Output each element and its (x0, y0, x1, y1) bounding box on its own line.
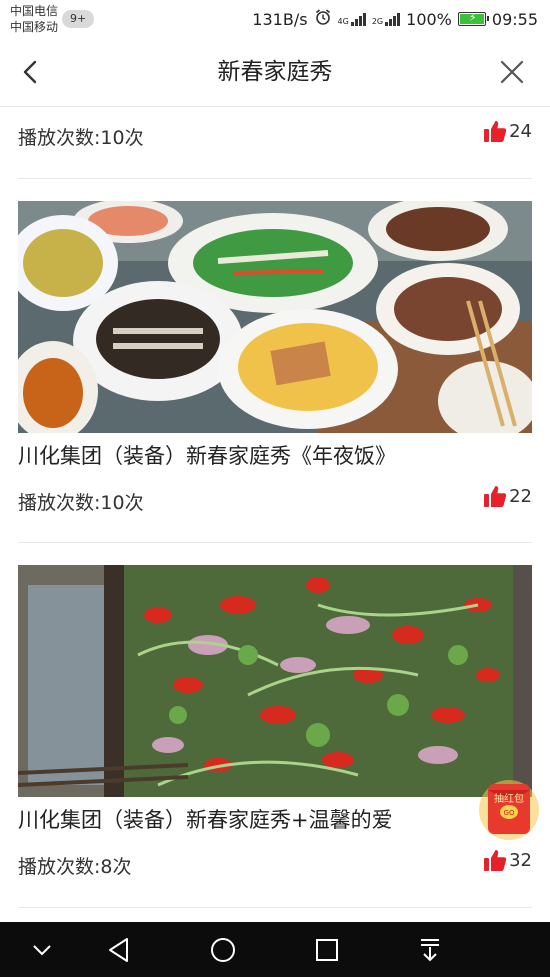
status-bar: 中国电信 中国移动 9+ 131B/s 4G 2G 100% ⚡ 09:55 (0, 0, 550, 38)
system-nav-bar (0, 922, 550, 977)
play-count: 播放次数:10次 (18, 492, 144, 514)
like-count: 24 (509, 121, 532, 142)
page-title: 新春家庭秀 (217, 59, 333, 85)
like-button[interactable]: 22 (483, 484, 532, 508)
divider (18, 542, 532, 543)
chevron-down-icon (33, 945, 51, 956)
play-count: 播放次数:10次 (18, 127, 144, 149)
notification-count-badge: 9+ (62, 10, 95, 28)
thumbs-up-icon (484, 121, 507, 142)
like-button[interactable]: 32 (483, 848, 532, 872)
video-title[interactable]: 川化集团（装备）新春家庭秀《年夜饭》 (18, 440, 532, 470)
video-feed[interactable]: 播放次数:10次 24 川化集团（装备）新春家庭秀《年夜饭》 播放次数:10次 … (0, 107, 550, 922)
back-triangle-icon (109, 938, 128, 962)
play-count: 播放次数:8次 (18, 856, 132, 878)
clock: 09:55 (491, 9, 538, 29)
video-thumbnail[interactable] (18, 201, 532, 433)
divider (18, 178, 532, 179)
system-recents-button[interactable] (309, 932, 345, 968)
battery-percent: 100% (406, 9, 452, 29)
close-icon (500, 60, 524, 84)
status-right: 131B/s 4G 2G 100% ⚡ 09:55 (252, 8, 538, 30)
video-stats: 播放次数:10次 22 (18, 482, 532, 522)
thumbs-up-icon (484, 486, 507, 507)
signal-4g-icon: 4G (338, 12, 366, 26)
video-stats: 播放次数:8次 32 (18, 846, 532, 886)
red-packet-icon: GO 抽红包 (479, 780, 539, 840)
recents-square-icon (316, 939, 338, 961)
like-count: 32 (509, 850, 532, 871)
chili-salad-image (18, 565, 532, 797)
battery-icon: ⚡ (457, 11, 489, 26)
top-item-stats: 播放次数:10次 24 (18, 117, 532, 157)
red-packet-label: 抽红包 (494, 792, 524, 805)
divider (18, 907, 532, 908)
notification-pull-button[interactable] (412, 932, 448, 968)
thumbs-up-icon (484, 850, 507, 871)
signal-2g-icon: 2G (372, 12, 401, 26)
pull-down-icon (421, 939, 439, 962)
hide-nav-button[interactable] (24, 932, 60, 968)
video-thumbnail[interactable] (18, 565, 532, 797)
video-title[interactable]: 川化集团（装备）新春家庭秀+温馨的爱 (18, 804, 532, 834)
like-button[interactable]: 24 (483, 119, 532, 143)
carrier-names: 中国电信 中国移动 (10, 3, 58, 35)
like-count: 22 (509, 486, 532, 507)
red-packet-badge: GO (504, 809, 515, 817)
carrier-2: 中国移动 (10, 20, 59, 34)
header-bar: 新春家庭秀 (0, 38, 550, 107)
home-circle-icon (211, 938, 235, 962)
red-packet-button[interactable]: GO 抽红包 (476, 774, 542, 844)
system-home-button[interactable] (205, 932, 241, 968)
net-speed: 131B/s (252, 9, 308, 29)
carrier-1: 中国电信 (10, 4, 59, 18)
system-back-button[interactable] (101, 932, 137, 968)
dinner-dishes-image (18, 201, 532, 433)
alarm-icon (314, 8, 332, 30)
close-button[interactable] (494, 56, 530, 88)
